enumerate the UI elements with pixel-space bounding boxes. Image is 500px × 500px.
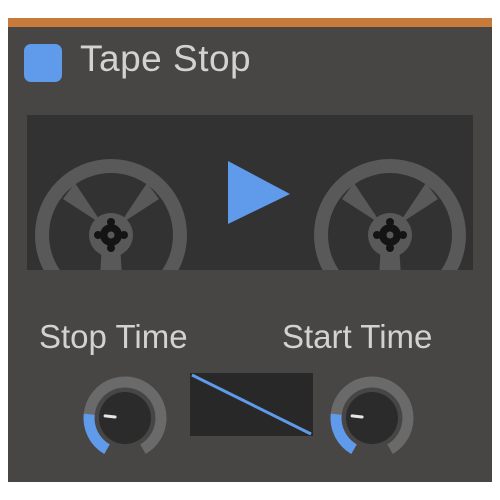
curve-preview-line: [191, 373, 312, 436]
start-time-knob-body: [346, 392, 398, 444]
play-icon: [228, 161, 290, 224]
plugin-title: Tape Stop: [80, 38, 252, 79]
tape-display: [27, 115, 473, 270]
stop-time-label: Stop Time: [39, 318, 188, 355]
stop-time-knob-pointer: [103, 414, 117, 419]
start-time-knob[interactable]: [327, 373, 417, 463]
tape-stop-plugin: Tape Stop Stop Time Start Time: [8, 18, 492, 482]
plugin-header: Tape Stop: [8, 27, 492, 107]
stop-time-knob[interactable]: [80, 373, 170, 463]
left-tape-reel-icon: [35, 159, 187, 270]
start-time-knob-pointer: [350, 414, 364, 419]
start-time-label: Start Time: [282, 318, 433, 355]
power-toggle-button[interactable]: [24, 44, 62, 82]
right-tape-reel-icon: [314, 159, 466, 270]
stop-time-knob-body: [99, 392, 151, 444]
curve-preview: [190, 373, 313, 436]
